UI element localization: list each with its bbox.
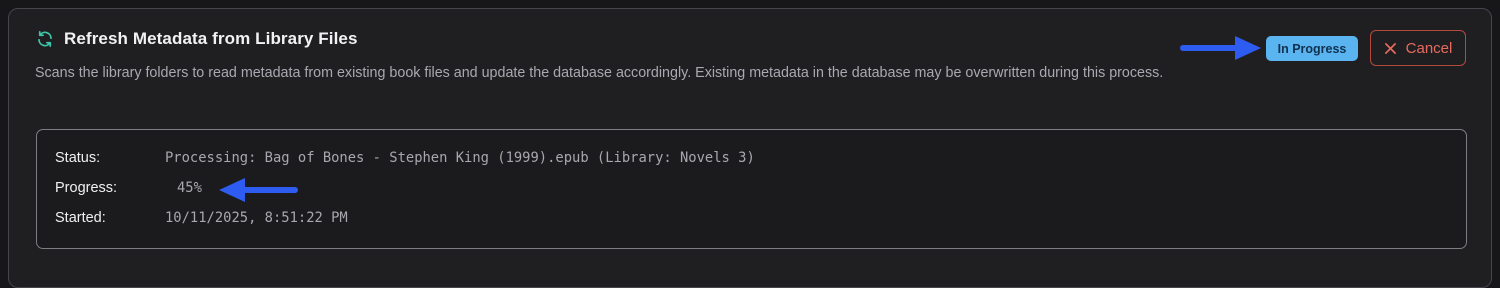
status-label: Status:	[55, 150, 101, 166]
cancel-button[interactable]: Cancel	[1370, 30, 1466, 66]
annotation-arrow-icon	[1180, 36, 1261, 60]
started-row: Started: 10/11/2025, 8:51:22 PM	[55, 210, 348, 226]
task-header: Refresh Metadata from Library Files	[35, 29, 358, 49]
task-title: Refresh Metadata from Library Files	[64, 29, 358, 48]
task-description: Scans the library folders to read metada…	[35, 65, 1164, 81]
task-card: Refresh Metadata from Library Files Scan…	[8, 8, 1492, 288]
status-value: Processing: Bag of Bones - Stephen King …	[165, 150, 755, 166]
progress-row: Progress: 45%	[55, 180, 202, 196]
started-label: Started:	[55, 210, 106, 226]
close-icon	[1384, 42, 1397, 55]
status-row: Status: Processing: Bag of Bones - Steph…	[55, 150, 755, 166]
status-badge: In Progress	[1266, 36, 1358, 61]
progress-label: Progress:	[55, 180, 118, 196]
cancel-label: Cancel	[1405, 39, 1453, 57]
annotation-arrow-icon	[219, 178, 298, 202]
started-value: 10/11/2025, 8:51:22 PM	[165, 210, 348, 226]
refresh-icon	[35, 29, 55, 49]
task-details-panel: Status: Processing: Bag of Bones - Steph…	[36, 129, 1467, 249]
progress-value: 45%	[177, 180, 202, 196]
